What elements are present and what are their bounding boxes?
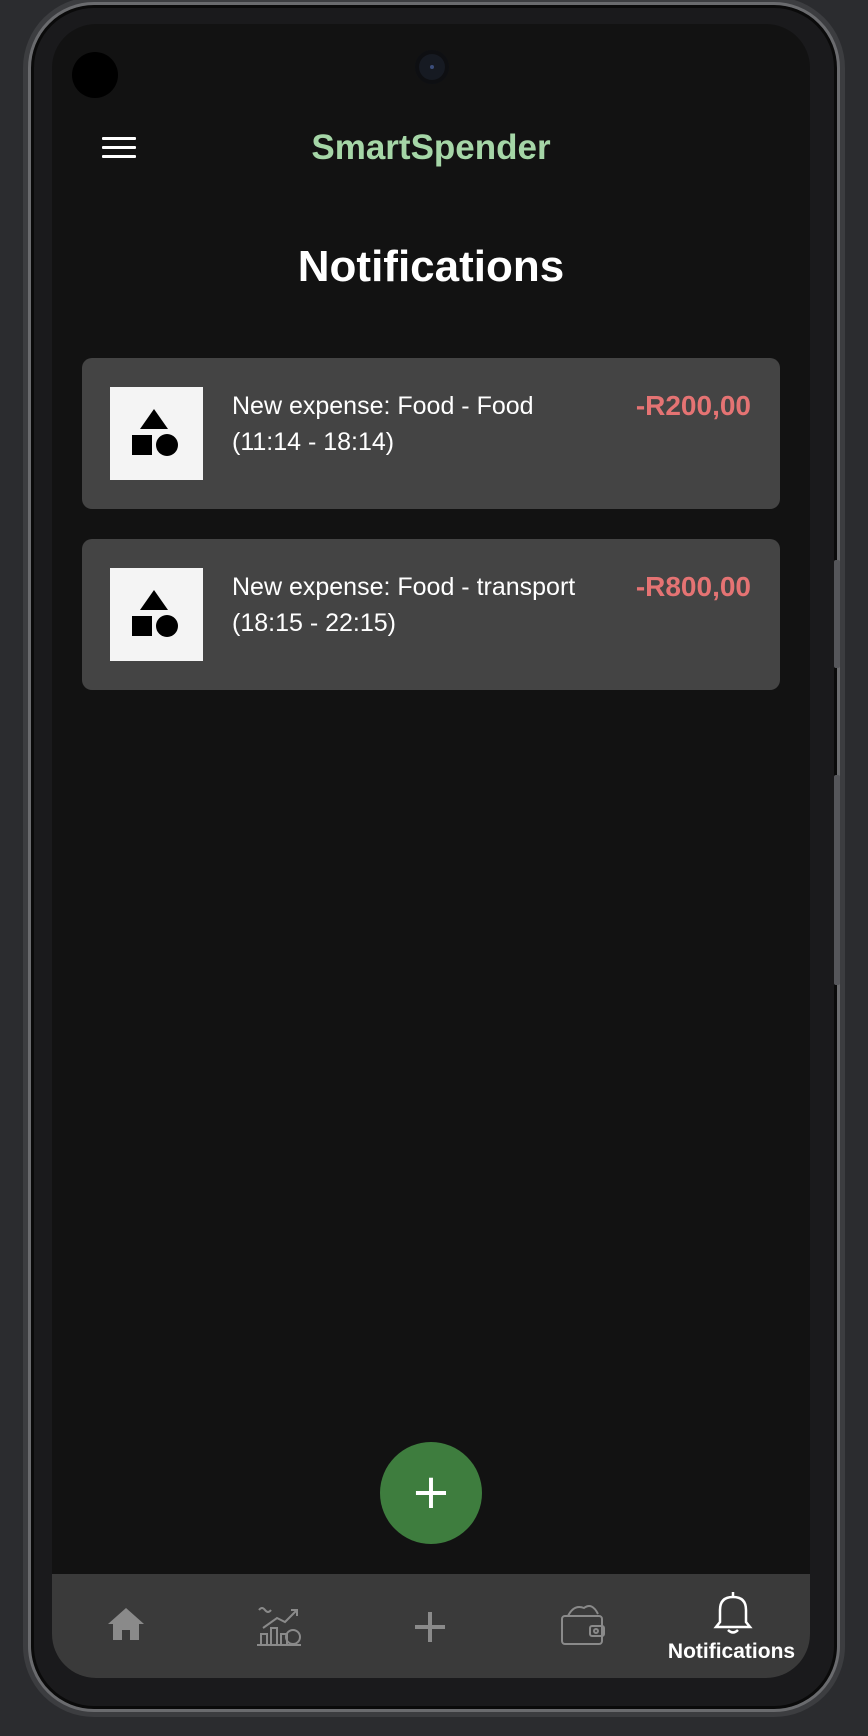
- notification-card[interactable]: New expense: Food - transport (18:15 - 2…: [82, 539, 780, 690]
- shapes-icon: [110, 568, 203, 661]
- camera-lens: [415, 50, 449, 84]
- shapes-icon: [110, 387, 203, 480]
- page-title: Notifications: [297, 242, 565, 291]
- wallet-icon: [561, 1605, 605, 1645]
- power-button: [834, 775, 840, 985]
- notification-card[interactable]: New expense: Food - Food (11:14 - 18:14)…: [82, 358, 780, 509]
- notification-text: New expense: Food - transport (18:15 - 2…: [232, 573, 576, 637]
- app-title: SmartSpender: [311, 128, 551, 167]
- bottom-navigation: Notifications: [52, 1574, 810, 1678]
- front-camera-cutout: [72, 52, 118, 98]
- nav-item-notifications[interactable]: Notifications: [656, 1574, 807, 1678]
- nav-item-wallet[interactable]: [505, 1574, 656, 1678]
- plus-icon: [415, 1612, 445, 1642]
- app-bar: SmartSpender: [52, 110, 810, 192]
- add-expense-fab[interactable]: +: [380, 1442, 482, 1544]
- notification-list: New expense: Food - Food (11:14 - 18:14)…: [82, 358, 780, 720]
- statistics-icon: [257, 1607, 301, 1646]
- notification-amount: -R800,00: [635, 571, 751, 602]
- nav-item-home[interactable]: [52, 1574, 203, 1678]
- nav-label-notifications: Notifications: [667, 1640, 796, 1663]
- notification-amount: -R200,00: [635, 390, 751, 421]
- home-icon: [108, 1608, 144, 1640]
- nav-item-add[interactable]: [354, 1574, 505, 1678]
- notification-text: New expense: Food - Food (11:14 - 18:14): [232, 392, 534, 456]
- nav-item-statistics[interactable]: [203, 1574, 354, 1678]
- bell-icon: [713, 1592, 753, 1634]
- volume-button: [834, 560, 840, 668]
